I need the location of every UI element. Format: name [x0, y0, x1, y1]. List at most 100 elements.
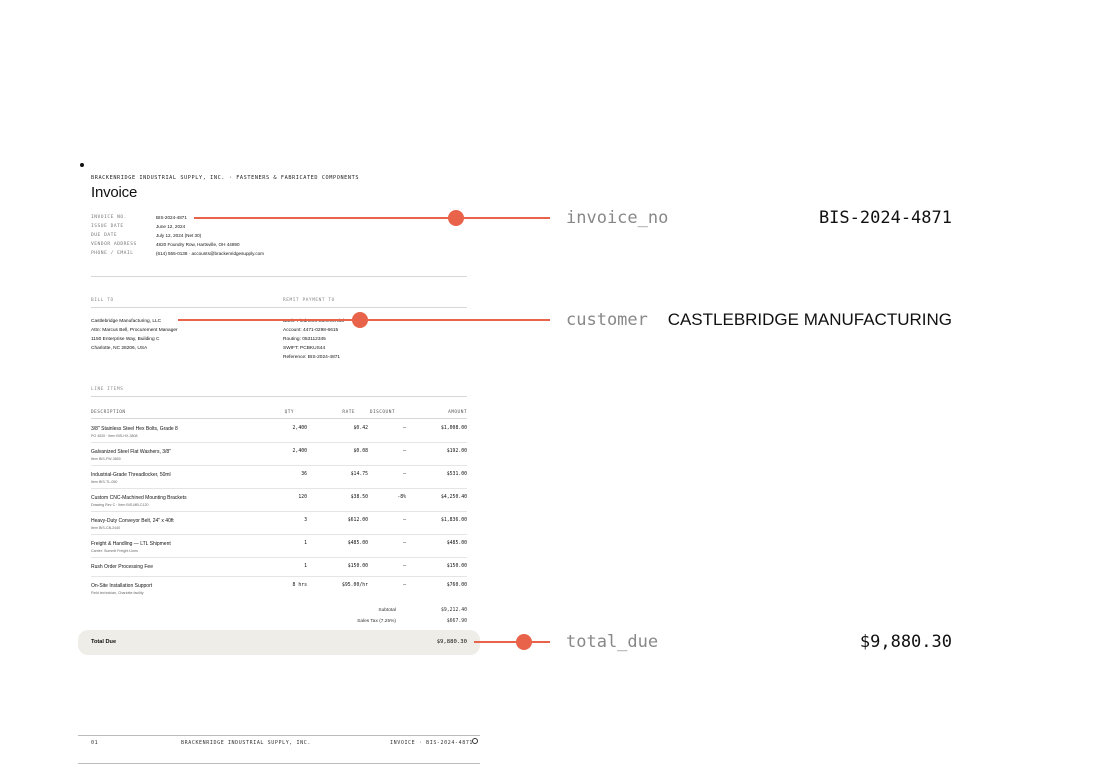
item-rate: $150.00	[347, 564, 368, 569]
item-qty: 2,400	[292, 426, 307, 431]
table-row: Freight & Handling — LTL Shipment Carrie…	[91, 535, 467, 558]
meta-key: ISSUE DATE	[91, 224, 124, 229]
item-discount: —	[403, 472, 406, 477]
callout-dot	[448, 210, 464, 226]
invoice-meta: INVOICE NO. BIS-2024-4871 ISSUE DATE June …	[91, 213, 264, 258]
subtotal-label: Subtotal	[378, 608, 396, 613]
item-subtext: Item BIS-FW-3800	[91, 457, 121, 461]
item-subtext: PO 4520 · Item BIS-HX-3808	[91, 434, 138, 438]
item-rate: $14.75	[350, 472, 368, 477]
callout-dot	[516, 634, 532, 650]
divider	[91, 396, 467, 397]
remit-label: REMIT PAYMENT TO	[283, 298, 335, 303]
bill-to-line: Castlebridge Manufacturing, LLC	[91, 319, 162, 324]
item-subtext: Carrier: Summit Freight Lines	[91, 549, 138, 553]
bill-to-line: Charlotte, NC 28206, USA	[91, 346, 148, 351]
invoice-document: BRACKENRIDGE INDUSTRIAL SUPPLY, INC. · F…	[78, 160, 480, 764]
callout-key-invoice-no: invoice_no	[566, 208, 669, 228]
meta-row: ISSUE DATE June 12, 2024	[91, 222, 264, 231]
item-description: On-Site Installation Support	[91, 583, 153, 589]
meta-key: PHONE / EMAIL	[91, 251, 134, 256]
item-subtext: Item BIS-TL-050	[91, 480, 118, 484]
item-description: 3/8" Stainless Steel Hex Bolts, Grade 8	[91, 426, 178, 432]
tax-value: $667.90	[446, 619, 467, 624]
item-amount: $1,008.00	[441, 426, 467, 431]
table-row: Custom CNC-Machined Mounting Brackets Dr…	[91, 489, 467, 512]
table-row: Industrial-Grade Threadlocker, 50ml Item…	[91, 466, 467, 489]
table-row: Heavy-Duty Conveyor Belt, 24" x 40ft Ite…	[91, 512, 467, 535]
item-description: Rush Order Processing Fee	[91, 564, 153, 570]
item-discount: —	[403, 518, 406, 523]
tax-label: Sales Tax (7.25%)	[357, 619, 396, 624]
item-amount: $192.00	[446, 449, 467, 454]
item-discount: —	[403, 449, 406, 454]
item-discount: —	[403, 564, 406, 569]
footer-company: BRACKENRIDGE INDUSTRIAL SUPPLY, INC.	[181, 740, 311, 746]
item-qty: 1	[304, 541, 307, 546]
item-subtext: Field technician, Charlotte facility	[91, 591, 144, 595]
item-amount: $531.00	[446, 472, 467, 477]
bullet-mark	[80, 163, 84, 167]
total-due-label: Total Due	[91, 639, 117, 645]
item-qty: 2,400	[292, 449, 307, 454]
meta-value: BIS-2024-4871	[156, 215, 187, 220]
item-subtext: Drawing Rev C · Item BIS-MB-C120	[91, 503, 149, 507]
meta-key: DUE DATE	[91, 233, 118, 238]
item-qty: 3	[304, 518, 307, 523]
item-discount: —	[403, 426, 406, 431]
callout-value-customer: CASTLEBRIDGE MANUFACTURING	[667, 310, 952, 329]
item-description: Heavy-Duty Conveyor Belt, 24" x 40ft	[91, 518, 174, 524]
meta-row: PHONE / EMAIL (614) 555-0138 · accounts@b…	[91, 249, 264, 258]
item-subtext: Item BIS-CB-2440	[91, 526, 121, 530]
callout-value-invoice-no: BIS-2024-4871	[818, 208, 952, 228]
divider	[91, 307, 467, 308]
item-rate: $0.08	[353, 449, 368, 454]
bill-to-label: BILL TO	[91, 298, 114, 303]
page-title: Invoice	[91, 184, 138, 201]
callout-key-customer: customer	[566, 310, 648, 330]
meta-row: VENDOR ADDRESS 4820 Foundry Row, Hartsvil…	[91, 240, 264, 249]
meta-value: June 12, 2024	[156, 224, 186, 229]
bill-to-line: 1150 Enterprise Way, Building C	[91, 337, 160, 342]
col-rate: RATE	[342, 410, 355, 415]
item-rate: $0.42	[353, 426, 368, 431]
table-row: On-Site Installation Support Field techn…	[91, 577, 467, 599]
item-discount: —	[403, 583, 406, 588]
meta-value: July 12, 2024 (Net 30)	[156, 233, 202, 238]
remit-details: Bank: Piedmont Commercial Account: 4471-…	[283, 317, 344, 362]
meta-value: (614) 555-0138 · accounts@brackenridgesu…	[156, 251, 264, 256]
table-row: 3/8" Stainless Steel Hex Bolts, Grade 8 …	[91, 420, 467, 443]
footer-rule	[78, 735, 480, 736]
total-due-bar: Total Due $9,880.30	[78, 630, 480, 655]
callout-line	[194, 217, 550, 219]
meta-key: INVOICE NO.	[91, 215, 127, 220]
footer-reference: INVOICE · BIS-2024-4871	[390, 740, 474, 746]
table-row: Rush Order Processing Fee 1 $150.00 — $1…	[91, 558, 467, 577]
item-qty: 1	[304, 564, 307, 569]
meta-value: 4820 Foundry Row, Hartsville, OH 44890	[156, 242, 240, 247]
callout-key-total-due: total_due	[566, 632, 659, 652]
remit-line: Routing: 053112345	[283, 337, 326, 342]
divider	[91, 418, 467, 419]
bill-to-line: Attn: Marcus Bell, Procurement Manager	[91, 328, 178, 333]
item-amount: $760.00	[446, 583, 467, 588]
item-discount: —	[403, 541, 406, 546]
item-description: Galvanized Steel Flat Washers, 3/8"	[91, 449, 171, 455]
item-rate: $485.00	[347, 541, 368, 546]
remit-line: Reference: BIS-2024-4871	[283, 355, 341, 360]
col-amount: AMOUNT	[448, 410, 467, 415]
item-description: Freight & Handling — LTL Shipment	[91, 541, 171, 547]
item-rate: $95.00/hr	[342, 583, 368, 588]
col-qty: QTY	[284, 410, 294, 415]
total-due-value: $9,880.30	[436, 639, 467, 645]
meta-key: VENDOR ADDRESS	[91, 242, 137, 247]
item-qty: 36	[301, 472, 307, 477]
footer-page-number: 01	[91, 740, 99, 746]
col-discount: DISCOUNT	[369, 410, 395, 415]
subtotal-value: $9,212.40	[441, 608, 467, 613]
divider	[91, 276, 467, 277]
callout-value-total-due: $9,880.30	[859, 632, 952, 652]
item-rate: $38.50	[350, 495, 368, 500]
line-items-label: LINE ITEMS	[91, 387, 124, 392]
item-qty: 120	[298, 495, 307, 500]
